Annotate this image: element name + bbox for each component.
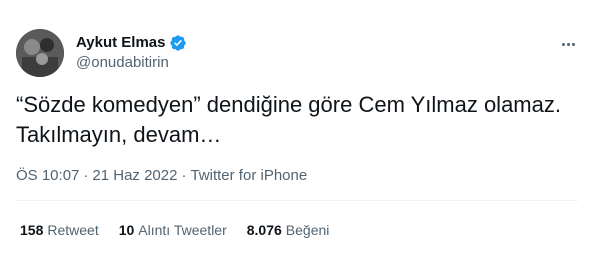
avatar[interactable] <box>16 29 64 77</box>
tweet-text-line: “Sözde komedyen” dendiğine göre Cem Yılm… <box>16 92 561 117</box>
stat-label: Beğeni <box>285 222 330 238</box>
stat-count: 8.076 <box>246 222 282 238</box>
tweet-stats: 158 Retweet 10 Alıntı Tweetler 8.076 Beğ… <box>20 221 329 239</box>
more-dot <box>561 42 565 46</box>
more-dot <box>566 42 570 46</box>
tweet-meta: ÖS 10:07 · 21 Haz 2022 · Twitter for iPh… <box>16 166 307 186</box>
user-name-row[interactable]: Aykut Elmas <box>76 33 187 53</box>
more-options-icon[interactable] <box>558 34 578 54</box>
tweet-time[interactable]: ÖS 10:07 <box>16 166 79 186</box>
quote-tweet-count[interactable]: 10 Alıntı Tweetler <box>119 221 227 239</box>
stat-count: 158 <box>20 222 44 238</box>
user-handle[interactable]: @onudabitirin <box>76 53 169 73</box>
verified-badge-icon <box>169 34 187 52</box>
tweet-text: “Sözde komedyen” dendiğine göre Cem Yılm… <box>16 90 586 150</box>
tweet-source[interactable]: Twitter for iPhone <box>190 166 307 186</box>
tweet-card: Aykut Elmas @onudabitirin “Sözde komedye… <box>0 0 594 254</box>
meta-separator: · <box>181 167 187 184</box>
more-dot <box>571 42 575 46</box>
stat-label: Alıntı Tweetler <box>138 222 227 238</box>
retweet-count[interactable]: 158 Retweet <box>20 221 99 239</box>
stat-count: 10 <box>118 222 135 238</box>
display-name[interactable]: Aykut Elmas <box>76 33 165 53</box>
stat-label: Retweet <box>47 222 99 238</box>
divider <box>16 200 578 201</box>
like-count[interactable]: 8.076 Beğeni <box>247 221 330 239</box>
tweet-text-line: Takılmayın, devam… <box>16 122 222 147</box>
meta-separator: · <box>83 167 89 184</box>
avatar-photo <box>16 29 64 77</box>
tweet-date[interactable]: 21 Haz 2022 <box>92 166 177 186</box>
